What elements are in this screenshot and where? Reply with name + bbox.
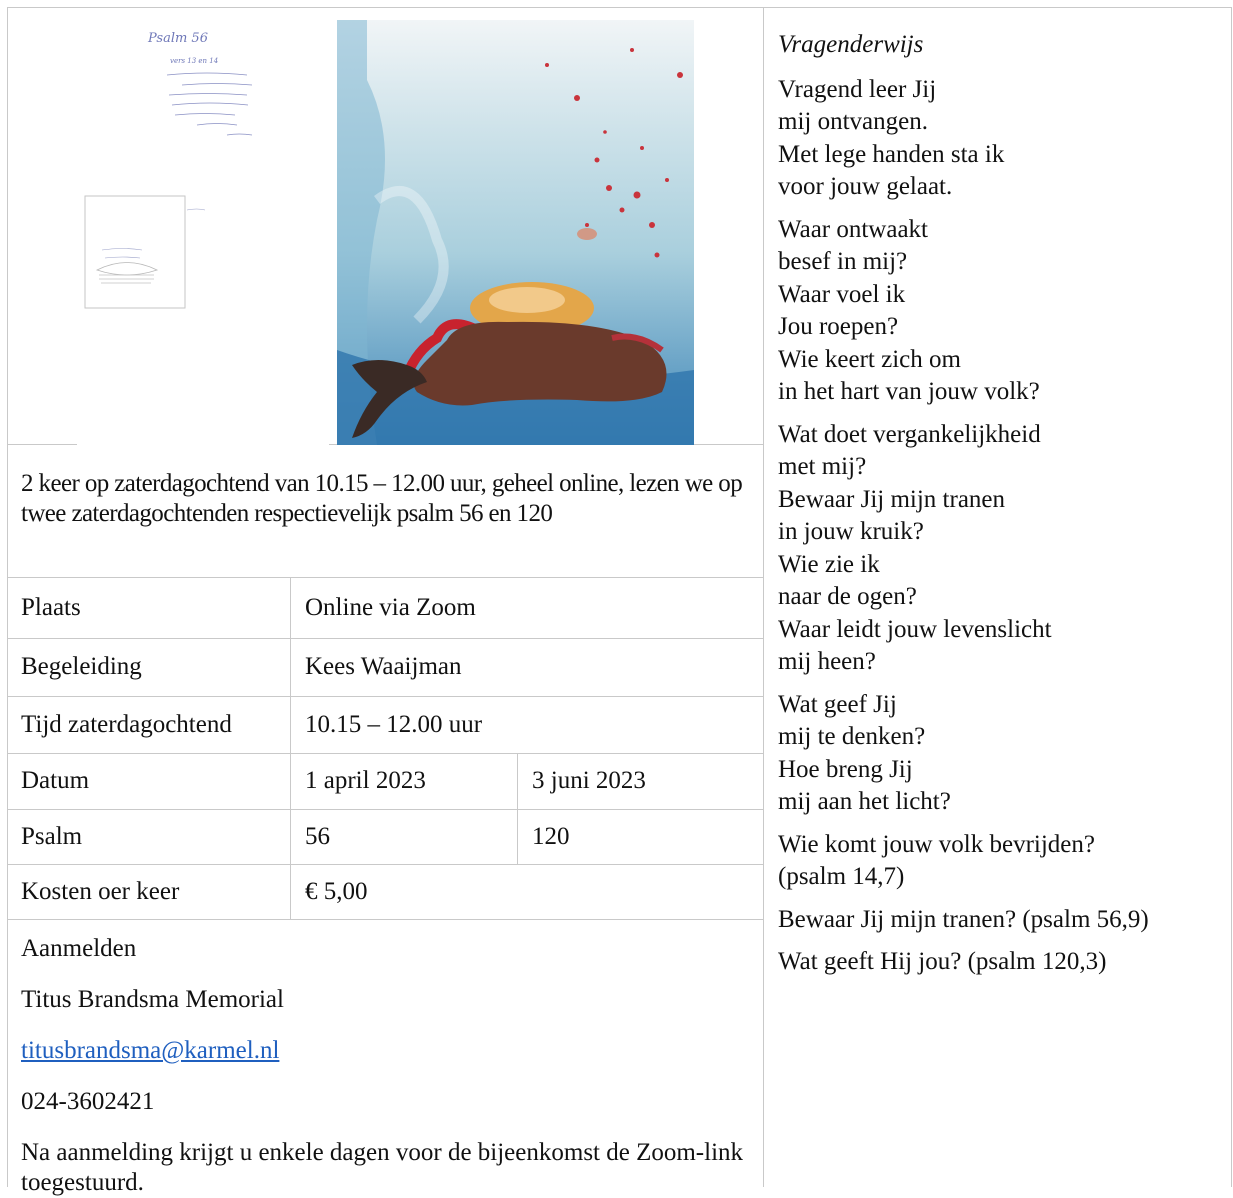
detail-value-psalm-1: 56 xyxy=(305,823,330,850)
svg-text:vers 13 en 14: vers 13 en 14 xyxy=(170,57,218,65)
poem-line: Bewaar Jij mijn tranen xyxy=(778,485,1006,513)
poem-line: mij ontvangen. xyxy=(778,108,928,135)
table-column-divider xyxy=(290,577,291,919)
poem: Vragenderwijs Vragend leer Jij mij ontvan… xyxy=(778,29,1228,989)
poem-line: besef in mij? xyxy=(778,248,908,275)
poem-line: Wie keert zich om xyxy=(778,345,961,373)
poem-stanza: Wat geef Jij mij te denken? Hoe breng Jij m… xyxy=(778,689,1228,819)
poem-line: Wat geef Jij xyxy=(778,690,897,718)
poem-line: Wie komt jouw volk bevrijden? xyxy=(778,830,1095,858)
poem-line: naar de ogen? xyxy=(778,583,917,610)
poem-line: (psalm 14,7) xyxy=(778,863,905,890)
table-column-divider xyxy=(517,753,518,864)
poem-line: met mij? xyxy=(778,453,867,480)
email-line: titusbrandsma@karmel.nl xyxy=(21,1036,279,1066)
detail-value-datum-2: 3 juni 2023 xyxy=(532,767,646,794)
poem-stanzas: Vragend leer Jij mij ontvangen. Met lege h… xyxy=(778,74,1228,979)
detail-label-psalm: Psalm xyxy=(21,823,83,850)
poem-line: Jou roepen? xyxy=(778,313,899,340)
poem-line: Wie zie ik xyxy=(778,550,880,578)
row-divider xyxy=(7,638,763,639)
detail-label-plaats: Plaats xyxy=(21,594,81,621)
poem-line: Bewaar Jij mijn tranen? (psalm 56,9) xyxy=(778,905,1149,933)
detail-value-psalm-2: 120 xyxy=(532,823,570,850)
organization-name: Titus Brandsma Memorial xyxy=(21,986,284,1013)
detail-value-begeleiding: Kees Waaijman xyxy=(305,653,462,680)
left-border xyxy=(7,7,8,1187)
registration-heading: Aanmelden xyxy=(21,935,137,962)
artwork: Psalm 56 vers 13 en 14 xyxy=(77,20,694,445)
poem-stanza: Wat geeft Hij jou? (psalm 120,3) xyxy=(778,946,1228,979)
phone-number: 024-3602421 xyxy=(21,1088,155,1115)
detail-value-plaats: Online via Zoom xyxy=(305,594,476,621)
event-description: 2 keer op zaterdagochtend van 10.15 – 12… xyxy=(21,470,743,527)
poem-line: voor jouw gelaat. xyxy=(778,173,953,200)
top-border xyxy=(7,7,1232,8)
registration-note: Na aanmelding krijgt u enkele dagen voor… xyxy=(21,1139,744,1196)
detail-label-datum: Datum xyxy=(21,767,90,794)
watercolor-painting: Psalm 56 vers 13 en 14 xyxy=(77,20,694,445)
row-divider xyxy=(7,809,763,810)
detail-value-tijd: 10.15 – 12.00 uur xyxy=(305,711,483,738)
svg-text:Psalm 56: Psalm 56 xyxy=(147,31,208,46)
poem-stanza: Wie komt jouw volk bevrijden? (psalm 14,… xyxy=(778,829,1228,894)
poem-line: Hoe breng Jij xyxy=(778,755,913,783)
poem-stanza: Wat doet vergankelijkheid met mij? Bewaar … xyxy=(778,419,1228,679)
poem-line: mij aan het licht? xyxy=(778,788,951,815)
detail-label-begeleiding: Begeleiding xyxy=(21,653,142,680)
detail-label-tijd: Tijd zaterdagochtend xyxy=(21,711,232,738)
right-border xyxy=(1231,7,1232,1187)
poem-line: mij heen? xyxy=(778,648,876,675)
poem-line: Wat geeft Hij jou? (psalm 120,3) xyxy=(778,948,1107,975)
row-divider xyxy=(7,577,763,578)
poem-line: Wat doet vergankelijkheid xyxy=(778,420,1041,448)
poem-line: in jouw kruik? xyxy=(778,518,924,545)
poem-stanza: Bewaar Jij mijn tranen? (psalm 56,9) xyxy=(778,904,1228,937)
detail-value-datum-1: 1 april 2023 xyxy=(305,767,426,794)
poem-title: Vragenderwijs xyxy=(778,31,924,58)
poem-line: Vragend leer Jij xyxy=(778,75,937,103)
row-divider xyxy=(7,696,763,697)
poem-line: Met lege handen sta ik xyxy=(778,140,1005,168)
poem-line: Waar leidt jouw levenslicht xyxy=(778,615,1052,643)
poem-line: in het hart van jouw volk? xyxy=(778,378,1040,405)
poem-line: Waar ontwaakt xyxy=(778,215,928,243)
poem-stanza: Waar ontwaakt besef in mij? Waar voel ik Jo… xyxy=(778,214,1228,409)
poem-stanza: Vragend leer Jij mij ontvangen. Met lege h… xyxy=(778,74,1228,204)
row-divider xyxy=(7,919,763,920)
column-divider xyxy=(763,7,764,1187)
detail-value-kosten: € 5,00 xyxy=(305,878,368,905)
email-link[interactable]: titusbrandsma@karmel.nl xyxy=(21,1037,279,1064)
row-divider xyxy=(7,753,763,754)
poem-line: mij te denken? xyxy=(778,723,926,750)
row-divider xyxy=(7,864,763,865)
poem-line: Waar voel ik xyxy=(778,280,906,308)
document-frame: Psalm 56 vers 13 en 14 2 keer op zaterda… xyxy=(7,7,1232,1196)
detail-label-kosten: Kosten oer keer xyxy=(21,878,180,905)
